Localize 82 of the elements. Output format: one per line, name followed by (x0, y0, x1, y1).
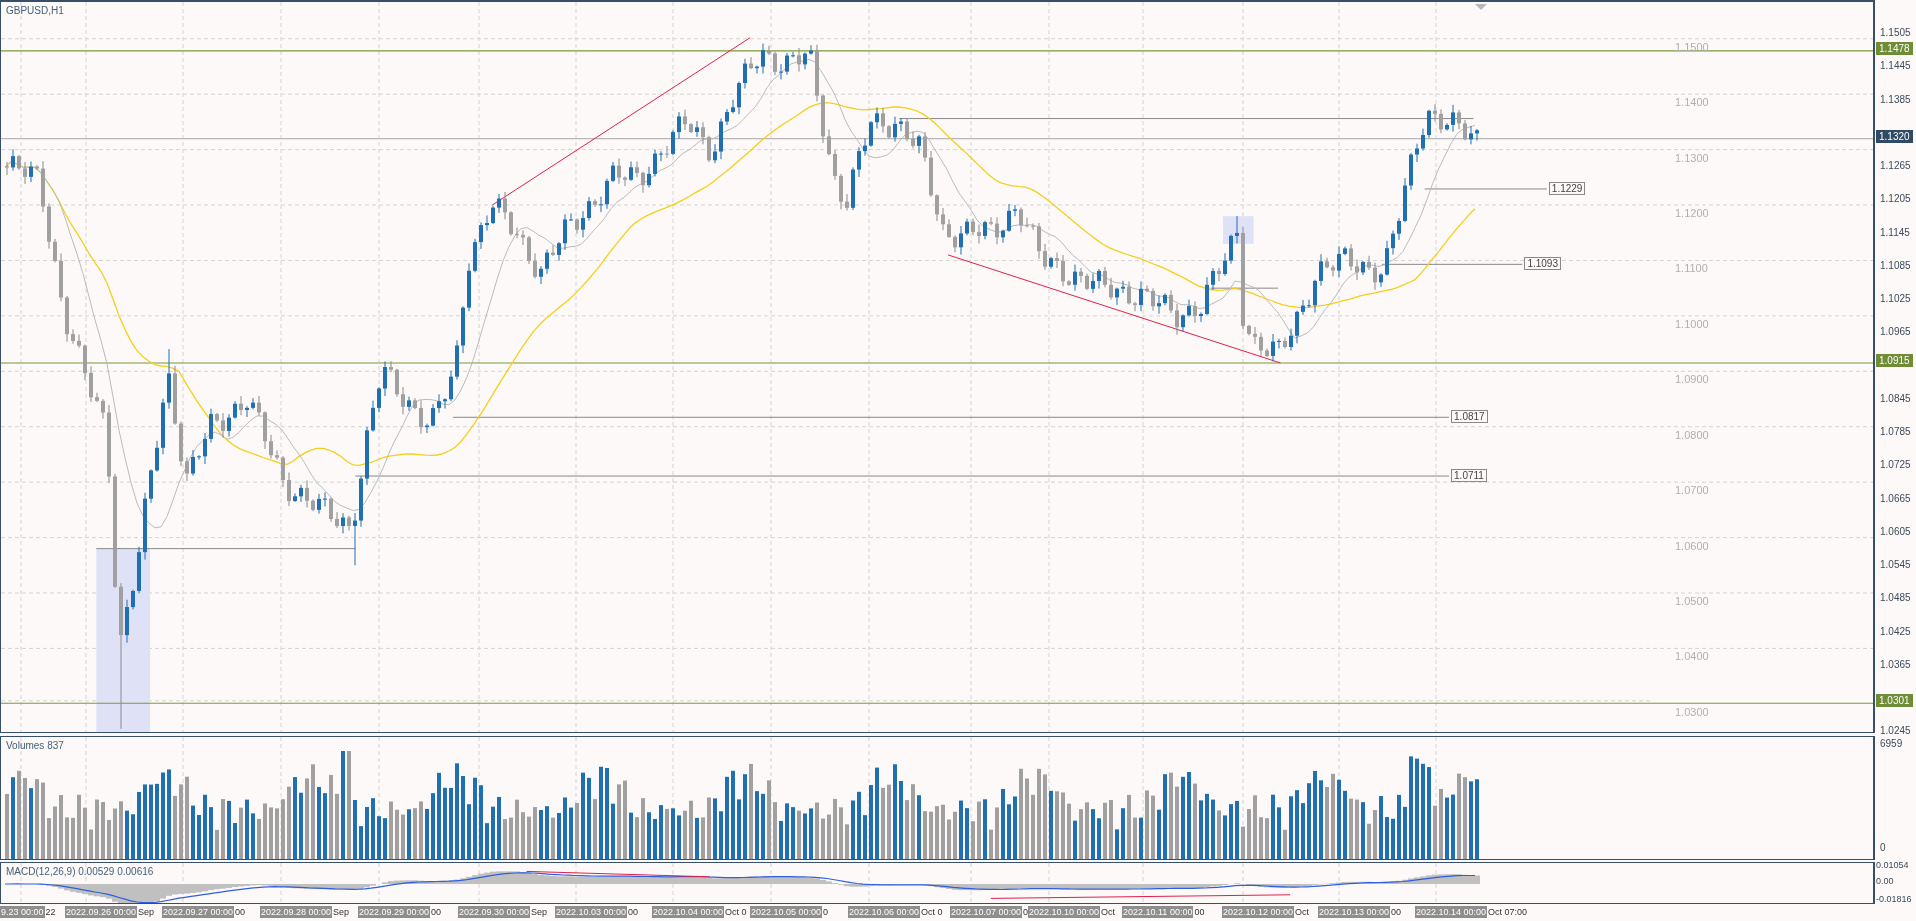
macd-axis-label: 0.00 (1876, 876, 1894, 886)
grid-price-label: 1.1100 (1675, 262, 1708, 275)
chart-title: GBPUSD,H1 (6, 5, 64, 16)
time-axis-label: 00 (1390, 907, 1402, 917)
time-axis-label: 2022.10.03 00:00 (555, 906, 628, 918)
time-axis-label: Oct 07:00 (1487, 907, 1528, 917)
macd-axis-label: -0.01816 (1876, 894, 1912, 904)
grid-price-label: 1.0700 (1675, 484, 1709, 497)
grid-price-label: 1.0500 (1675, 594, 1709, 607)
price-axis-label: 1.0785 (1880, 426, 1911, 437)
price-axis-label: 1.1205 (1880, 193, 1911, 205)
grid-price-label: 1.1500 (1675, 40, 1709, 53)
level-line (1210, 287, 1279, 289)
time-axis-label: 2022.10.10 00:00 (1028, 906, 1101, 918)
grid-price-label: 1.0900 (1675, 373, 1709, 386)
time-axis-label: 0 (822, 907, 829, 917)
time-axis-label: 2022.10.07 00:00 (950, 906, 1023, 918)
time-axis-label: 22 (44, 907, 56, 917)
price-axis-label: 1.1385 (1880, 93, 1911, 105)
time-axis-label: Oct 0 (724, 907, 747, 917)
price-axis-label: 1.0245 (1880, 725, 1911, 737)
price-axis-label: 1.1145 (1880, 226, 1910, 238)
time-axis-label: 2022.09.26 00:00 (65, 906, 138, 918)
price-axis-label: 1.0365 (1880, 658, 1911, 670)
price-axis-label: 1.0545 (1880, 559, 1911, 570)
time-axis-label: Sep (332, 907, 350, 917)
time-axis-label: 2022.10.06 00:00 (848, 906, 921, 918)
time-axis-label: Sep (137, 907, 155, 917)
price-axis-label: 1.0725 (1880, 459, 1911, 471)
volume-axis-label: 0 (1880, 842, 1886, 853)
grid-price-label: 1.0300 (1675, 705, 1709, 718)
indicator-label: Volumes 837 (6, 740, 64, 751)
time-axis-label: 00 (1193, 907, 1205, 917)
grid-price-label: 1.0400 (1675, 650, 1709, 663)
price-axis-label: 1.0605 (1880, 525, 1911, 537)
time-axis-label: 00 (234, 907, 246, 917)
time-axis-label: Oct 0 (920, 907, 943, 917)
time-axis-label: 2022.09.27 00:00 (162, 906, 235, 918)
time-axis-label: 00 (627, 907, 639, 917)
time-axis-label: 2022.10.11 00:00 (1122, 906, 1194, 918)
price-axis-label: 1.0965 (1880, 326, 1911, 338)
price-tag: 1.1320 (1876, 129, 1913, 143)
time-axis-label: 2022.10.04 00:00 (652, 906, 725, 918)
macd-axis-label: 0.01054 (1876, 860, 1909, 870)
indicator-label: MACD(12,26,9) 0.00529 0.00616 (6, 866, 154, 877)
grid-price-label: 1.0800 (1675, 428, 1709, 441)
time-axis-label: Oct (1294, 907, 1310, 917)
time-axis-label: 0 (1022, 907, 1029, 917)
price-axis-label: 1.0425 (1880, 625, 1911, 637)
line-price-label: 1.1093 (1524, 257, 1561, 271)
grid-price-label: 1.1200 (1675, 207, 1709, 219)
price-tag: 1.1478 (1876, 41, 1913, 55)
price-axis-label: 1.1505 (1880, 27, 1911, 38)
shift-marker-icon[interactable] (1475, 4, 1487, 10)
time-axis-label: 2022.09.29 00:00 (358, 906, 431, 918)
price-axis-label: 1.1025 (1880, 293, 1911, 304)
time-axis-label: 2022.10.12 00:00 (1222, 906, 1295, 918)
time-axis-label: Oct (1100, 907, 1116, 917)
grid-price-label: 1.1400 (1675, 96, 1709, 109)
time-axis-label: Sep (530, 907, 548, 917)
grid-price-label: 1.1300 (1675, 151, 1709, 164)
time-axis-label: 2022.10.05 00:00 (750, 906, 823, 918)
line-price-label: 1.0711 (1451, 469, 1487, 483)
line-price-label: 1.0817 (1451, 410, 1488, 424)
time-axis-label: 2022.09.30 00:00 (458, 906, 531, 918)
price-axis-label: 1.1445 (1880, 60, 1911, 72)
price-axis-label: 1.0665 (1880, 492, 1911, 504)
price-axis-label: 1.1265 (1880, 160, 1911, 171)
price-axis-label: 1.0845 (1880, 392, 1911, 404)
price-tag: 1.0915 (1876, 353, 1913, 367)
price-tag: 1.0301 (1876, 694, 1913, 708)
time-axis-label: 2022.09.28 00:00 (260, 906, 333, 918)
line-price-label: 1.1229 (1548, 181, 1586, 195)
grid-price-label: 1.0600 (1675, 539, 1709, 552)
price-axis-label: 1.1085 (1880, 259, 1911, 271)
time-axis-label: 9.23 00:00 (0, 906, 45, 918)
price-axis-label: 1.0485 (1880, 592, 1911, 604)
time-axis-label: 2022.10.13 00:00 (1318, 906, 1391, 918)
grid-price-label: 1.1000 (1675, 317, 1709, 330)
volume-axis-label: 6959 (1880, 738, 1903, 749)
time-axis-label: 2022.10.14 00:00 (1415, 906, 1488, 918)
time-axis-label: 00 (430, 907, 442, 917)
